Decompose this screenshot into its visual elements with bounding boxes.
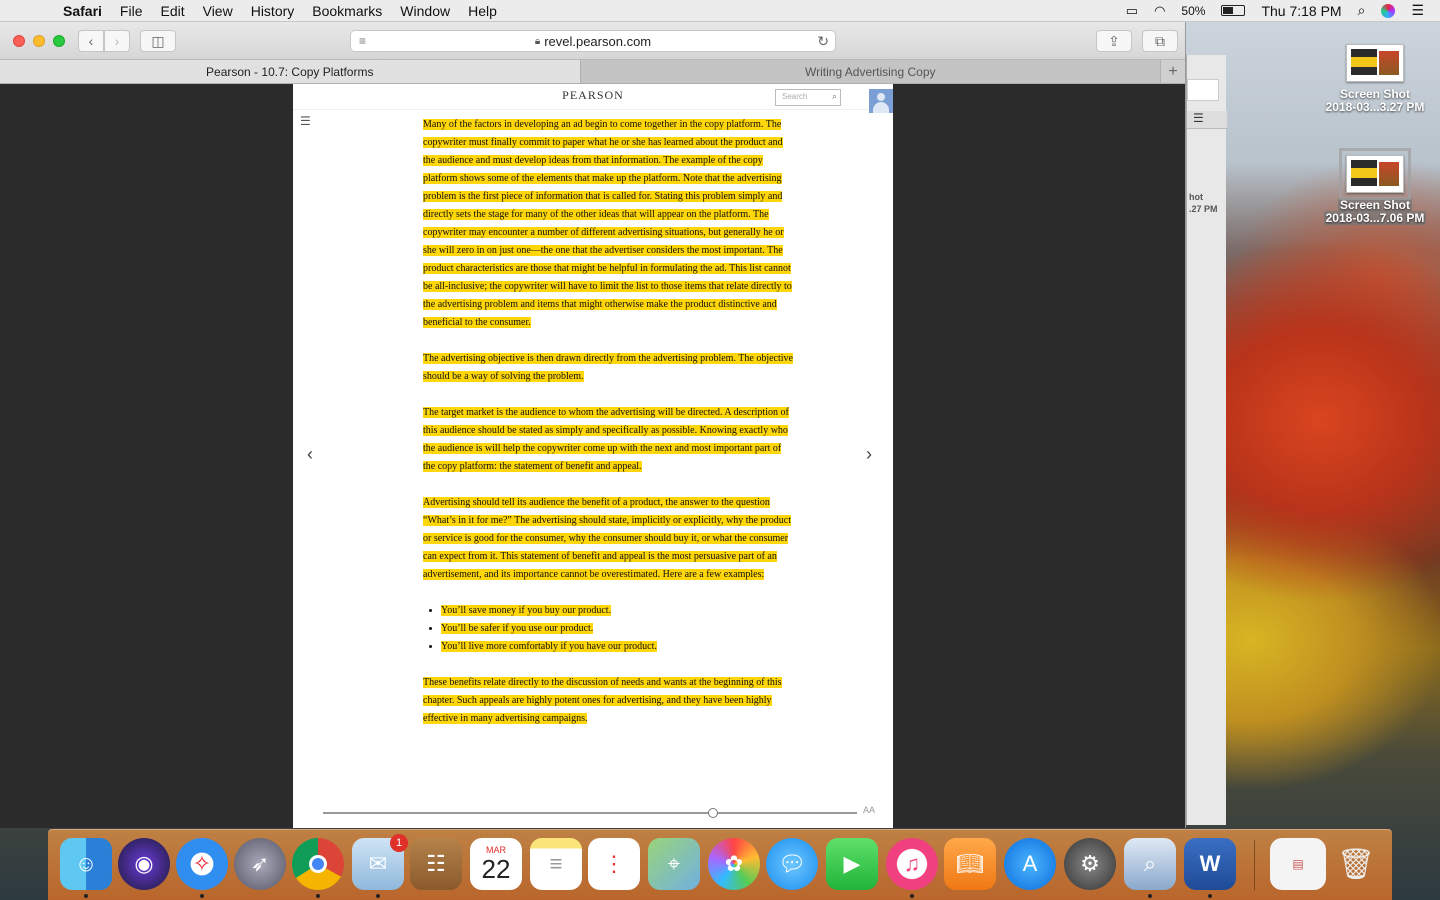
messages-icon[interactable]: 💬︎ xyxy=(766,838,818,890)
tab-bar: Pearson - 10.7: Copy Platforms Writing A… xyxy=(0,60,1185,84)
trash-icon[interactable]: 🗑︎ xyxy=(1330,838,1382,890)
notes-icon[interactable]: ≡ xyxy=(530,838,582,890)
reload-icon[interactable]: ↻ xyxy=(817,33,829,50)
tab-copy-platforms[interactable]: Pearson - 10.7: Copy Platforms xyxy=(0,60,581,83)
share-button[interactable]: ⇪ xyxy=(1096,30,1132,52)
battery-icon[interactable] xyxy=(1221,5,1246,16)
browser-toolbar: ‹ › ◫ ≡ 🔒︎ revel.pearson.com ↻ ⇪ ⧉ xyxy=(0,22,1185,60)
hamburger-menu-icon[interactable]: ☰ xyxy=(300,114,311,128)
url-text: revel.pearson.com xyxy=(544,33,652,49)
maps-icon[interactable]: ⌖ xyxy=(648,838,700,890)
safari-window: ‹ › ◫ ≡ 🔒︎ revel.pearson.com ↻ ⇪ ⧉ Pears… xyxy=(0,22,1186,828)
article-content: Many of the factors in developing an ad … xyxy=(423,116,795,746)
paragraph: The advertising objective is then drawn … xyxy=(423,353,793,382)
list-view-icon: ☰ xyxy=(1187,111,1227,129)
reader-view-icon[interactable]: ≡ xyxy=(359,34,366,48)
menu-file[interactable]: File xyxy=(111,3,152,19)
ibooks-icon[interactable]: 📖︎ xyxy=(944,838,996,890)
dock: ☺ ◉ ✧ ➶ ✉ 1 ☷ MAR 22 ≡ ⋮ ⌖ ✿ 💬︎ ▶ ♫ 📖︎ A … xyxy=(48,829,1392,900)
finder-icon[interactable]: ☺ xyxy=(60,838,112,898)
forward-button[interactable]: › xyxy=(104,30,130,52)
reminders-icon[interactable]: ⋮ xyxy=(588,838,640,890)
lock-icon: 🔒︎ xyxy=(534,35,541,47)
list-item: You’ll live more comfortably if you have… xyxy=(441,638,795,656)
paragraph: These benefits relate directly to the di… xyxy=(423,677,782,724)
desktop-file-label: Screen Shot 2018-03...3.27 PM xyxy=(1325,87,1425,114)
screenshot-thumbnail xyxy=(1346,44,1404,82)
paragraph: The target market is the audience to who… xyxy=(423,407,789,472)
paragraph: Many of the factors in developing an ad … xyxy=(423,119,792,328)
menu-edit[interactable]: Edit xyxy=(151,3,193,19)
paragraph: Advertising should tell its audience the… xyxy=(423,497,791,580)
next-page-chevron-icon[interactable]: › xyxy=(866,444,872,465)
reading-progress-handle[interactable] xyxy=(707,808,718,818)
search-icon[interactable]: ⌕ xyxy=(832,91,837,102)
contacts-book-icon[interactable]: ☷ xyxy=(410,838,462,890)
dock-separator xyxy=(1254,840,1255,890)
previous-page-chevron-icon[interactable]: ‹ xyxy=(307,444,313,465)
plus-icon: + xyxy=(1168,62,1178,80)
chevron-right-icon: › xyxy=(114,33,120,49)
search-input[interactable]: Search ⌕ xyxy=(775,89,841,106)
list-item: You’ll save money if you buy our product… xyxy=(441,602,795,620)
safari-compass-icon[interactable]: ✧ xyxy=(176,838,228,898)
menu-history[interactable]: History xyxy=(242,3,304,19)
itunes-music-icon[interactable]: ♫ xyxy=(886,838,938,898)
spotlight-search-icon[interactable]: ⌕ xyxy=(1358,2,1366,19)
menu-window[interactable]: Window xyxy=(391,3,459,19)
background-window[interactable]: ☰ hot .27 PM xyxy=(1186,55,1227,825)
font-size-button[interactable]: AA xyxy=(863,805,875,815)
back-button[interactable]: ‹ xyxy=(78,30,104,52)
reader-page: PEARSON Search ⌕ ☰ ‹ › Many of the facto… xyxy=(293,84,893,828)
user-avatar[interactable] xyxy=(869,89,893,113)
menu-help[interactable]: Help xyxy=(459,3,506,19)
clock[interactable]: Thu 7:18 PM xyxy=(1261,3,1341,19)
facetime-icon[interactable]: ▶ xyxy=(826,838,878,890)
mail-stamp-icon[interactable]: ✉ 1 xyxy=(352,834,408,898)
system-preferences-gear-icon[interactable]: ⚙ xyxy=(1064,838,1116,890)
wifi-icon[interactable]: ◠ xyxy=(1154,3,1165,19)
desktop-file-screenshot-2[interactable]: Screen Shot 2018-03...7.06 PM xyxy=(1315,148,1435,225)
mail-badge: 1 xyxy=(390,834,408,852)
siri-app-icon[interactable]: ◉ xyxy=(118,838,170,890)
sidebar-icon: ◫ xyxy=(151,32,165,49)
search-placeholder: Search xyxy=(782,92,808,101)
reading-progress-slider[interactable] xyxy=(323,812,857,814)
desktop-file-screenshot-1[interactable]: Screen Shot 2018-03...3.27 PM xyxy=(1315,44,1435,114)
menu-view[interactable]: View xyxy=(194,3,242,19)
airplay-icon[interactable]: ▭ xyxy=(1126,3,1138,19)
chrome-icon[interactable] xyxy=(292,838,344,898)
benefit-examples-list: You’ll save money if you buy our product… xyxy=(441,602,795,656)
notification-center-icon[interactable]: ☰ xyxy=(1411,2,1424,19)
siri-icon[interactable] xyxy=(1381,3,1396,18)
address-bar[interactable]: ≡ 🔒︎ revel.pearson.com ↻ xyxy=(350,30,836,52)
screenshot-thumbnail xyxy=(1339,148,1411,200)
calendar-icon[interactable]: MAR 22 xyxy=(470,838,522,890)
menu-bookmarks[interactable]: Bookmarks xyxy=(303,3,391,19)
chevron-left-icon: ‹ xyxy=(88,33,94,49)
minimize-window-button[interactable] xyxy=(33,35,45,47)
share-icon: ⇪ xyxy=(1108,32,1120,49)
tab-writing-advertising-copy[interactable]: Writing Advertising Copy xyxy=(580,60,1161,83)
page-header: PEARSON Search ⌕ xyxy=(293,84,893,113)
preview-icon[interactable]: ⌕ xyxy=(1124,838,1176,898)
launchpad-rocket-icon[interactable]: ➶ xyxy=(234,838,286,890)
list-item: You’ll be safer if you use our product. xyxy=(441,620,795,638)
close-window-button[interactable] xyxy=(13,35,25,47)
background-window-label: hot .27 PM xyxy=(1189,192,1218,214)
new-tab-button[interactable]: + xyxy=(1161,60,1185,83)
downloads-stack-icon[interactable]: ▤ xyxy=(1270,838,1326,890)
menu-bar: Safari File Edit View History Bookmarks … xyxy=(0,0,1440,22)
fullscreen-window-button[interactable] xyxy=(53,35,65,47)
microsoft-word-icon[interactable]: W xyxy=(1184,838,1236,898)
show-all-tabs-button[interactable]: ⧉ xyxy=(1142,30,1178,52)
sidebar-toggle-button[interactable]: ◫ xyxy=(140,30,176,52)
background-window-field xyxy=(1187,79,1219,101)
battery-percent[interactable]: 50% xyxy=(1181,4,1205,18)
menu-app-name[interactable]: Safari xyxy=(54,3,111,19)
photos-icon[interactable]: ✿ xyxy=(708,838,760,890)
tabs-icon: ⧉ xyxy=(1155,32,1165,49)
app-store-icon[interactable]: A xyxy=(1004,838,1056,890)
desktop-file-label: Screen Shot 2018-03...7.06 PM xyxy=(1323,198,1427,225)
